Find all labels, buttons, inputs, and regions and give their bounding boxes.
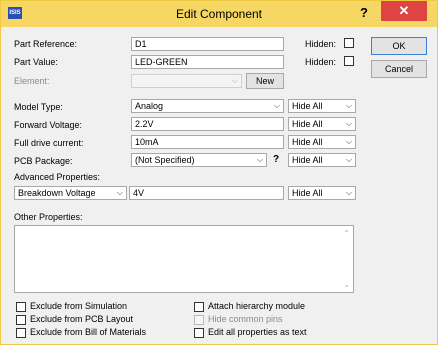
full-drive-current-visibility-select[interactable]: Hide All ⌵ [288, 135, 356, 149]
exclude-pcb-layout-label: Exclude from PCB Layout [30, 314, 134, 324]
chevron-down-icon: ⌵ [116, 188, 123, 197]
model-type-value: Analog [135, 101, 164, 111]
part-reference-input[interactable]: D1 [131, 37, 284, 51]
chevron-down-icon: ⌵ [273, 101, 280, 110]
scroll-up-icon[interactable]: ⌃ [343, 229, 350, 238]
advanced-visibility-select[interactable]: Hide All ⌵ [288, 186, 356, 200]
other-properties-textarea[interactable]: ⌃ ⌄ [14, 225, 354, 293]
other-properties-label: Other Properties: [14, 212, 83, 222]
edit-component-dialog: ISIS Edit Component ? ✕ Part Reference: … [0, 0, 438, 345]
exclude-bom-checkbox[interactable] [16, 328, 26, 338]
model-type-select[interactable]: Analog ⌵ [131, 99, 284, 113]
chevron-down-icon: ⌵ [231, 76, 238, 85]
dialog-body: Part Reference: D1 Hidden: Part Value: L… [1, 27, 437, 344]
chevron-down-icon: ⌵ [345, 188, 352, 197]
chevron-down-icon: ⌵ [256, 155, 263, 164]
part-reference-label: Part Reference: [14, 39, 78, 49]
part-reference-hidden-checkbox[interactable] [344, 38, 354, 48]
forward-voltage-visibility-select[interactable]: Hide All ⌵ [288, 117, 356, 131]
element-select[interactable]: ⌵ [131, 74, 242, 88]
forward-voltage-label: Forward Voltage: [14, 120, 83, 130]
forward-voltage-visibility-value: Hide All [292, 119, 323, 129]
model-type-visibility-select[interactable]: Hide All ⌵ [288, 99, 356, 113]
pcb-package-value: (Not Specified) [135, 155, 195, 165]
full-drive-current-visibility-value: Hide All [292, 137, 323, 147]
new-element-button[interactable]: New [246, 73, 284, 89]
help-icon[interactable]: ? [351, 3, 377, 23]
hide-common-pins-label: Hide common pins [208, 314, 283, 324]
close-button[interactable]: ✕ [381, 1, 427, 21]
exclude-simulation-label: Exclude from Simulation [30, 301, 128, 311]
cancel-button[interactable]: Cancel [371, 60, 427, 78]
advanced-property-input[interactable]: 4V [129, 186, 284, 200]
exclude-bom-label: Exclude from Bill of Materials [30, 327, 147, 337]
edit-as-text-checkbox[interactable] [194, 328, 204, 338]
part-value-input[interactable]: LED-GREEN [131, 55, 284, 69]
attach-hierarchy-label: Attach hierarchy module [208, 301, 306, 311]
title-bar[interactable]: ISIS Edit Component ? ✕ [1, 1, 437, 27]
full-drive-current-input[interactable]: 10mA [131, 135, 284, 149]
part-value-hidden-checkbox[interactable] [344, 56, 354, 66]
pcb-package-select[interactable]: (Not Specified) ⌵ [131, 153, 267, 167]
hide-common-pins-checkbox[interactable] [194, 315, 204, 325]
part-value-hidden-label: Hidden: [305, 57, 337, 67]
edit-as-text-label: Edit all properties as text [208, 327, 307, 337]
part-value-label: Part Value: [14, 57, 58, 67]
advanced-properties-label: Advanced Properties: [14, 172, 101, 182]
chevron-down-icon: ⌵ [345, 101, 352, 110]
attach-hierarchy-checkbox[interactable] [194, 302, 204, 312]
ok-button[interactable]: OK [371, 37, 427, 55]
exclude-pcb-layout-checkbox[interactable] [16, 315, 26, 325]
pcb-package-visibility-value: Hide All [292, 155, 323, 165]
chevron-down-icon: ⌵ [345, 119, 352, 128]
pcb-package-visibility-select[interactable]: Hide All ⌵ [288, 153, 356, 167]
forward-voltage-input[interactable]: 2.2V [131, 117, 284, 131]
advanced-property-select[interactable]: Breakdown Voltage ⌵ [14, 186, 127, 200]
pcb-package-label: PCB Package: [14, 156, 73, 166]
model-type-label: Model Type: [14, 102, 63, 112]
part-reference-hidden-label: Hidden: [305, 39, 337, 49]
advanced-visibility-value: Hide All [292, 188, 323, 198]
chevron-down-icon: ⌵ [345, 155, 352, 164]
model-type-visibility-value: Hide All [292, 101, 323, 111]
chevron-down-icon: ⌵ [345, 137, 352, 146]
full-drive-current-label: Full drive current: [14, 138, 84, 148]
element-label: Element: [14, 76, 50, 86]
pcb-package-help-button[interactable]: ? [269, 153, 283, 167]
advanced-property-value: Breakdown Voltage [18, 188, 96, 198]
scroll-down-icon[interactable]: ⌄ [343, 280, 350, 289]
exclude-simulation-checkbox[interactable] [16, 302, 26, 312]
